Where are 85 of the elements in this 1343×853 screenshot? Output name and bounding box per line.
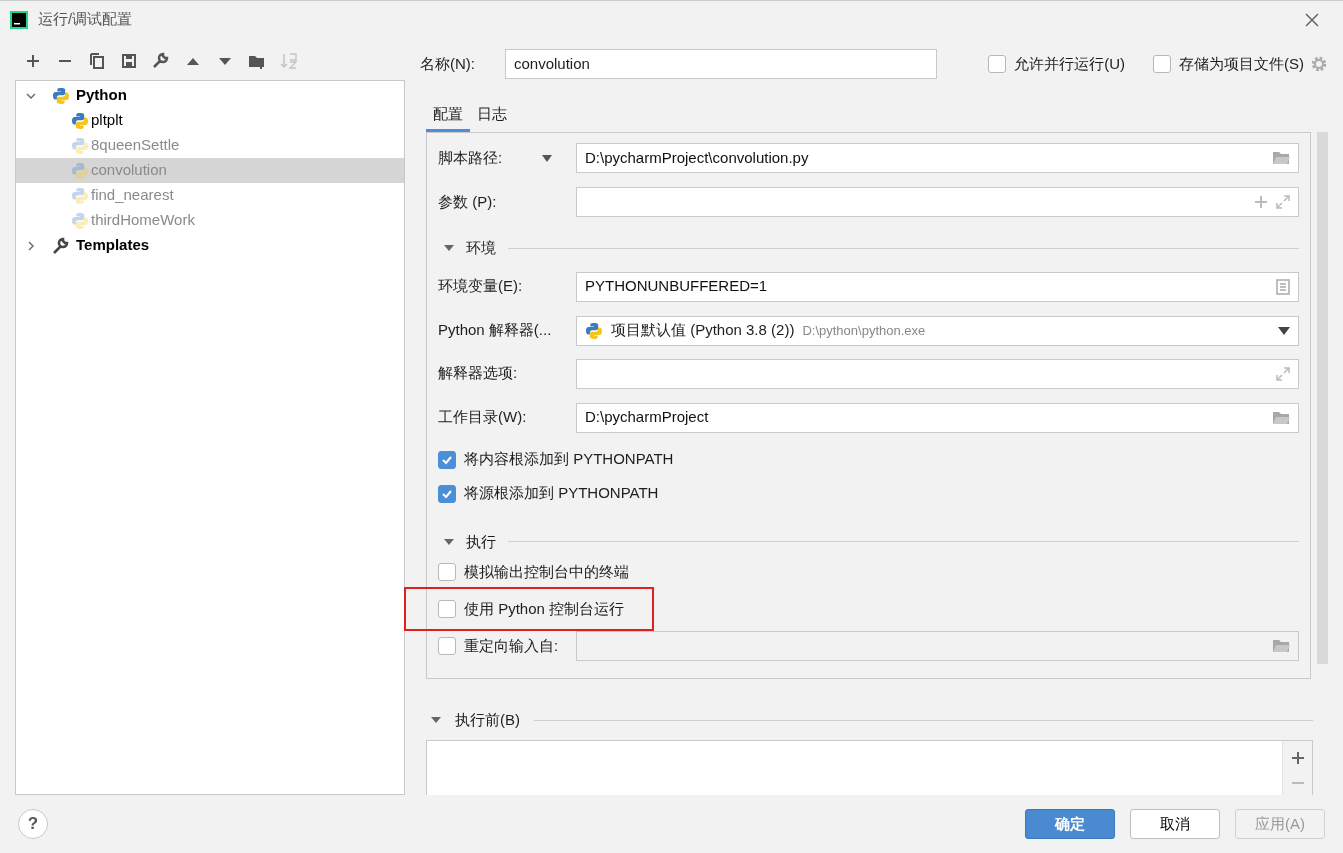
- checkbox[interactable]: [438, 637, 456, 655]
- help-button[interactable]: ?: [18, 809, 48, 839]
- tree-label: pltplt: [91, 110, 123, 131]
- window-title: 运行/调试配置: [38, 9, 134, 30]
- checkbox[interactable]: [1153, 55, 1171, 73]
- python-icon: [52, 86, 70, 105]
- tree-label: thirdHomeWork: [91, 210, 195, 231]
- copy-icon[interactable]: [88, 52, 106, 70]
- interpreter-name: 项目默认值 (Python 3.8 (2)): [611, 320, 795, 341]
- tree-item[interactable]: Templates: [16, 233, 404, 258]
- section-title: 环境: [466, 238, 496, 258]
- field-value: D:\pycharmProject: [585, 407, 709, 428]
- python-icon: [71, 111, 89, 130]
- field-label: 解释器选项:: [438, 363, 518, 384]
- checkbox-label: 模拟输出控制台中的终端: [464, 561, 629, 582]
- checkbox-label: 允许并行运行(U): [1014, 53, 1125, 74]
- save-icon[interactable]: [120, 52, 138, 70]
- python-icon: [71, 211, 89, 230]
- field-label: 工作目录(W):: [438, 407, 527, 428]
- tab[interactable]: 配置: [426, 99, 470, 132]
- add-icon[interactable]: [1290, 750, 1305, 765]
- interpreter-path: D:\python\python.exe: [802, 321, 927, 340]
- tree-item[interactable]: thirdHomeWork: [16, 208, 404, 233]
- field-label: 环境变量(E):: [438, 276, 523, 297]
- field-label: Python 解释器(...: [438, 320, 552, 341]
- checkbox[interactable]: [438, 600, 456, 618]
- scrollbar[interactable]: [1317, 132, 1328, 664]
- dialog-button[interactable]: 取消: [1130, 809, 1220, 839]
- field-label: 参数 (P):: [438, 191, 497, 212]
- python-icon: [585, 321, 603, 340]
- name-label: 名称(N):: [420, 53, 476, 74]
- wrench-icon[interactable]: [152, 52, 170, 70]
- collapse-triangle-icon[interactable]: [444, 244, 454, 253]
- expand-icon[interactable]: [1276, 195, 1290, 209]
- python-icon: [71, 186, 89, 205]
- checkbox-label: 存储为项目文件(S): [1179, 53, 1304, 74]
- interpreter-select[interactable]: 项目默认值 (Python 3.8 (2)) D:\python\python.exe: [576, 315, 1299, 346]
- dropdown-triangle-icon[interactable]: [1278, 326, 1290, 335]
- input-field[interactable]: D:\pycharmProject\convolution.py: [576, 143, 1299, 173]
- section-title: 执行前(B): [455, 710, 520, 730]
- tree-item[interactable]: Python: [16, 83, 404, 108]
- folder-icon[interactable]: [1272, 639, 1290, 653]
- collapse-triangle-icon[interactable]: [444, 537, 454, 546]
- python-icon: [71, 161, 89, 180]
- input-field[interactable]: PYTHONUNBUFFERED=1: [576, 271, 1299, 302]
- tab[interactable]: 日志: [470, 99, 514, 132]
- field-value: D:\pycharmProject\convolution.py: [585, 147, 809, 168]
- tree-label: Templates: [76, 235, 150, 256]
- settings-icon[interactable]: [1310, 55, 1328, 73]
- checkbox-label: 将源根添加到 PYTHONPATH: [464, 483, 659, 504]
- python-icon: [71, 136, 89, 155]
- name-field[interactable]: convolution: [505, 49, 937, 79]
- expand-icon[interactable]: [1276, 366, 1290, 381]
- tree-label: find_nearest: [91, 185, 174, 206]
- checkbox[interactable]: [438, 563, 456, 581]
- field-label: 脚本路径:: [438, 147, 503, 168]
- input-field[interactable]: D:\pycharmProject: [576, 402, 1299, 433]
- input-field[interactable]: [576, 187, 1299, 217]
- tree-label: convolution: [91, 160, 167, 181]
- input-field[interactable]: [576, 631, 1299, 661]
- checkbox-label: 将内容根添加到 PYTHONPATH: [464, 449, 674, 470]
- field-value: convolution: [514, 53, 590, 74]
- dialog-button[interactable]: 确定: [1025, 809, 1115, 839]
- checkbox-label: 重定向输入自:: [464, 635, 559, 656]
- expand-caret-icon[interactable]: [26, 240, 36, 251]
- field-value: PYTHONUNBUFFERED=1: [585, 276, 768, 297]
- app-logo-icon: [10, 10, 28, 29]
- folder-icon[interactable]: [1272, 410, 1290, 425]
- dropdown-triangle-icon[interactable]: [542, 154, 552, 162]
- collapse-triangle-icon[interactable]: [431, 716, 441, 725]
- checkbox[interactable]: [438, 484, 456, 503]
- tree-label: 8queenSettle: [91, 135, 180, 156]
- wrench-icon: [52, 236, 70, 255]
- tree-item[interactable]: pltplt: [16, 108, 404, 133]
- folder-icon[interactable]: [1272, 151, 1290, 165]
- checkbox[interactable]: [438, 450, 456, 469]
- document-icon[interactable]: [1276, 278, 1290, 295]
- checkbox[interactable]: [988, 55, 1007, 73]
- section-title: 执行: [466, 531, 496, 552]
- checkbox-label: 使用 Python 控制台运行: [464, 598, 625, 619]
- input-field[interactable]: [576, 358, 1299, 389]
- tree-item[interactable]: find_nearest: [16, 183, 404, 208]
- close-icon[interactable]: [1305, 12, 1319, 27]
- tree-label: Python: [76, 85, 127, 106]
- add-icon[interactable]: [24, 52, 42, 70]
